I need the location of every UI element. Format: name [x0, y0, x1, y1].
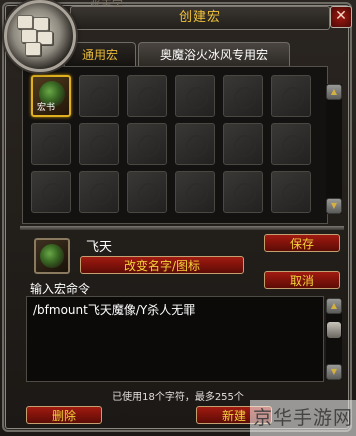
macro-command-textarea[interactable]: /bfmount飞天魔像/Y杀人无罪	[26, 296, 324, 382]
tab-character-macros[interactable]: 奥魔浴火冰风专用宏	[138, 42, 290, 67]
selected-macro-name: 飞天	[86, 240, 113, 255]
macro-slot[interactable]	[271, 171, 311, 213]
selected-macro-icon[interactable]	[34, 238, 70, 274]
scroll-thumb[interactable]	[327, 322, 341, 338]
macro-slot[interactable]	[79, 123, 119, 165]
window-title: 创建宏	[70, 6, 330, 30]
cancel-button[interactable]: 取消	[264, 271, 340, 289]
macro-slot[interactable]	[223, 75, 263, 117]
scroll-up-button[interactable]: ▲	[326, 84, 342, 100]
command-label: 输入宏命令	[30, 282, 91, 296]
macro-slot[interactable]	[31, 171, 71, 213]
icon-grid-scrollbar[interactable]: ▲ ▼	[326, 84, 342, 214]
section-divider	[20, 226, 344, 230]
macro-slot[interactable]	[31, 123, 71, 165]
scroll-down-button[interactable]: ▼	[326, 198, 342, 214]
macro-slot[interactable]	[79, 75, 119, 117]
save-button[interactable]: 保存	[264, 234, 340, 252]
close-button[interactable]: ✕	[330, 6, 352, 28]
change-name-icon-button[interactable]: 改变名字/图标	[80, 256, 244, 274]
tab-general-macros[interactable]: 通用宏	[64, 42, 136, 67]
dragon-mount-icon	[40, 244, 64, 268]
delete-button[interactable]: 删除	[26, 406, 102, 424]
macro-slot-label: 宏书	[37, 103, 56, 113]
macro-icon-grid: 宏书	[22, 66, 328, 224]
macro-slot[interactable]	[79, 171, 119, 213]
macro-slot[interactable]	[127, 75, 167, 117]
scroll-down-button[interactable]: ▼	[326, 364, 342, 380]
keyboard-icon	[17, 15, 57, 56]
macro-slot[interactable]	[223, 123, 263, 165]
command-scrollbar[interactable]: ▲ ▼	[326, 298, 342, 380]
macro-slot[interactable]	[127, 123, 167, 165]
macro-slot[interactable]	[223, 171, 263, 213]
macro-slot[interactable]	[271, 123, 311, 165]
site-watermark: 京华手游网	[250, 400, 356, 436]
macro-slot[interactable]	[127, 171, 167, 213]
macro-slot[interactable]	[175, 123, 215, 165]
macro-slot[interactable]	[175, 75, 215, 117]
macro-command-text: /bfmount飞天魔像/Y杀人无罪	[33, 303, 196, 317]
macro-slot[interactable]	[271, 75, 311, 117]
macro-slot[interactable]: 宏书	[31, 75, 71, 117]
macro-slot[interactable]	[175, 171, 215, 213]
macro-portrait-icon	[4, 0, 76, 72]
scroll-up-button[interactable]: ▲	[326, 298, 342, 314]
